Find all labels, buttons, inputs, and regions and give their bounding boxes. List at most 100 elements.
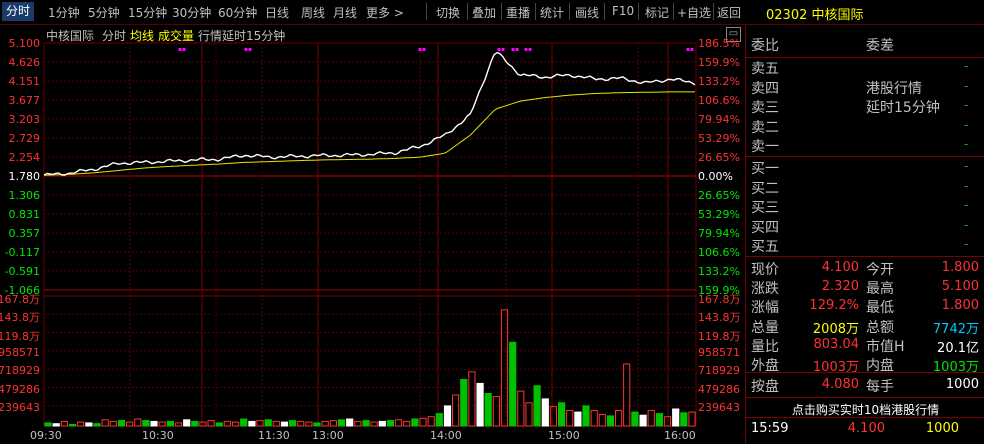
volume-bar [362, 420, 370, 427]
volume-bar [484, 393, 492, 427]
time-tick-label: 10:30 [142, 429, 174, 442]
tick-price: 4.100 [847, 421, 885, 436]
quote-value: 20.1亿 [937, 340, 979, 356]
volume-tick-label: 479286 [0, 382, 40, 396]
quote-value: 5.100 [941, 279, 979, 295]
event-marker [524, 48, 528, 51]
divider [746, 417, 984, 418]
time-tick-label: 11:30 [258, 429, 290, 442]
volume-bar [150, 420, 158, 427]
percent-tick-label: 79.94% [698, 227, 740, 240]
volume-bar [337, 419, 346, 427]
volume-bar [582, 405, 590, 427]
volume-bar [183, 419, 191, 427]
event-marker [515, 48, 519, 51]
time-tick-label: 15:00 [548, 429, 580, 442]
volume-bar [199, 421, 207, 427]
quote-value: 4.100 [821, 260, 859, 275]
event-marker [182, 48, 186, 51]
divider [746, 256, 984, 257]
volume-bar [158, 421, 166, 427]
volume-bar [500, 309, 509, 427]
quote-label: 市值H [866, 338, 905, 355]
volume-bar [655, 413, 663, 427]
hk-notice-line1: 港股行情 [866, 81, 922, 97]
price-tick-label: 4.626 [8, 56, 41, 69]
volume-bar [297, 420, 305, 427]
buy-level-label: 买四 [751, 219, 779, 236]
volume-bar [460, 379, 468, 427]
price-tick-label: 1.780 [8, 170, 41, 183]
volume-bar [329, 420, 337, 427]
quote-value: 1.800 [941, 298, 979, 314]
quote-label: 最低 [866, 300, 894, 317]
volume-bar [647, 410, 655, 427]
event-marker [690, 48, 694, 51]
time-tick-label: 14:00 [430, 429, 462, 442]
volume-bar [207, 420, 215, 427]
quote-value: 2008万 [812, 321, 859, 337]
volume-bar [427, 416, 435, 427]
volume-tick-label: 167.8万 [698, 293, 741, 306]
volume-bar [378, 420, 386, 427]
buy-level-label: 买五 [751, 239, 779, 255]
volume-tick-label: 167.8万 [0, 293, 40, 306]
volume-bar [403, 420, 411, 427]
price-tick-label: -0.117 [4, 246, 40, 259]
quote-label: 最高 [866, 281, 894, 298]
volume-bar [623, 363, 631, 427]
volume-bar [452, 394, 460, 427]
percent-tick-label: 26.65% [698, 189, 740, 202]
price-tick-label: 0.357 [8, 227, 41, 240]
stock-code: 02302 [766, 8, 808, 23]
volume-tick-label: 718929 [698, 364, 740, 378]
volume-bar [166, 420, 175, 427]
volume-bar [435, 413, 443, 427]
stock-name: 中核国际 [811, 8, 864, 23]
volume-bar [680, 412, 688, 427]
intraday-chart[interactable] [0, 0, 745, 444]
volume-bar [240, 418, 248, 427]
quote-panel: 委比 委差 卖五 - 卖四 - 卖三 - 卖二 - 卖一 - 港股行情 延时15分钟 买一 - 买二 -… [745, 25, 984, 444]
volume-bar [639, 414, 647, 427]
quote-label: 总额 [866, 319, 894, 336]
volume-tick-label: 143.8万 [698, 311, 741, 325]
event-marker [418, 48, 422, 51]
event-marker [422, 48, 426, 51]
volume-tick-label: 239643 [0, 400, 40, 414]
price-tick-label: 2.254 [8, 151, 41, 164]
volume-bar [541, 398, 549, 427]
volume-bar [443, 405, 452, 427]
volume-bar [134, 418, 142, 427]
empty-value-placeholder: - [964, 78, 969, 93]
empty-value-placeholder: - [964, 198, 969, 212]
event-marker [528, 48, 532, 51]
volume-bar [598, 413, 606, 427]
event-marker [244, 48, 248, 51]
close-quote-label: 按盘 [751, 379, 779, 395]
quote-label: 量比 [751, 338, 779, 355]
volume-bars [44, 309, 696, 427]
volume-bar [313, 422, 321, 427]
price-tick-label: 2.729 [8, 132, 41, 145]
price-tick-label: 3.677 [8, 94, 41, 107]
buy-level-label: 买二 [751, 180, 779, 197]
volume-tick-label: 958571 [0, 345, 40, 359]
percent-tick-label: 106.6% [698, 94, 740, 107]
empty-value-placeholder: - [964, 217, 969, 232]
volume-bar [509, 341, 517, 427]
percent-tick-label: 133.2% [698, 265, 740, 278]
price-tick-label: -0.591 [4, 265, 40, 278]
buy-level-label: 买一 [751, 161, 779, 177]
volume-bar [69, 424, 77, 427]
volume-bar [289, 420, 297, 427]
percent-tick-label: 159.9% [698, 56, 740, 69]
price-tick-label: 1.306 [8, 189, 41, 202]
volume-tick-label: 718929 [0, 364, 40, 378]
divider [746, 57, 984, 58]
volume-bar [223, 420, 232, 427]
buy-realtime-link[interactable]: 点击购买实时10档港股行情 [746, 401, 984, 418]
volume-bar [232, 421, 240, 427]
volume-bar [248, 420, 256, 427]
volume-bar [566, 410, 574, 427]
